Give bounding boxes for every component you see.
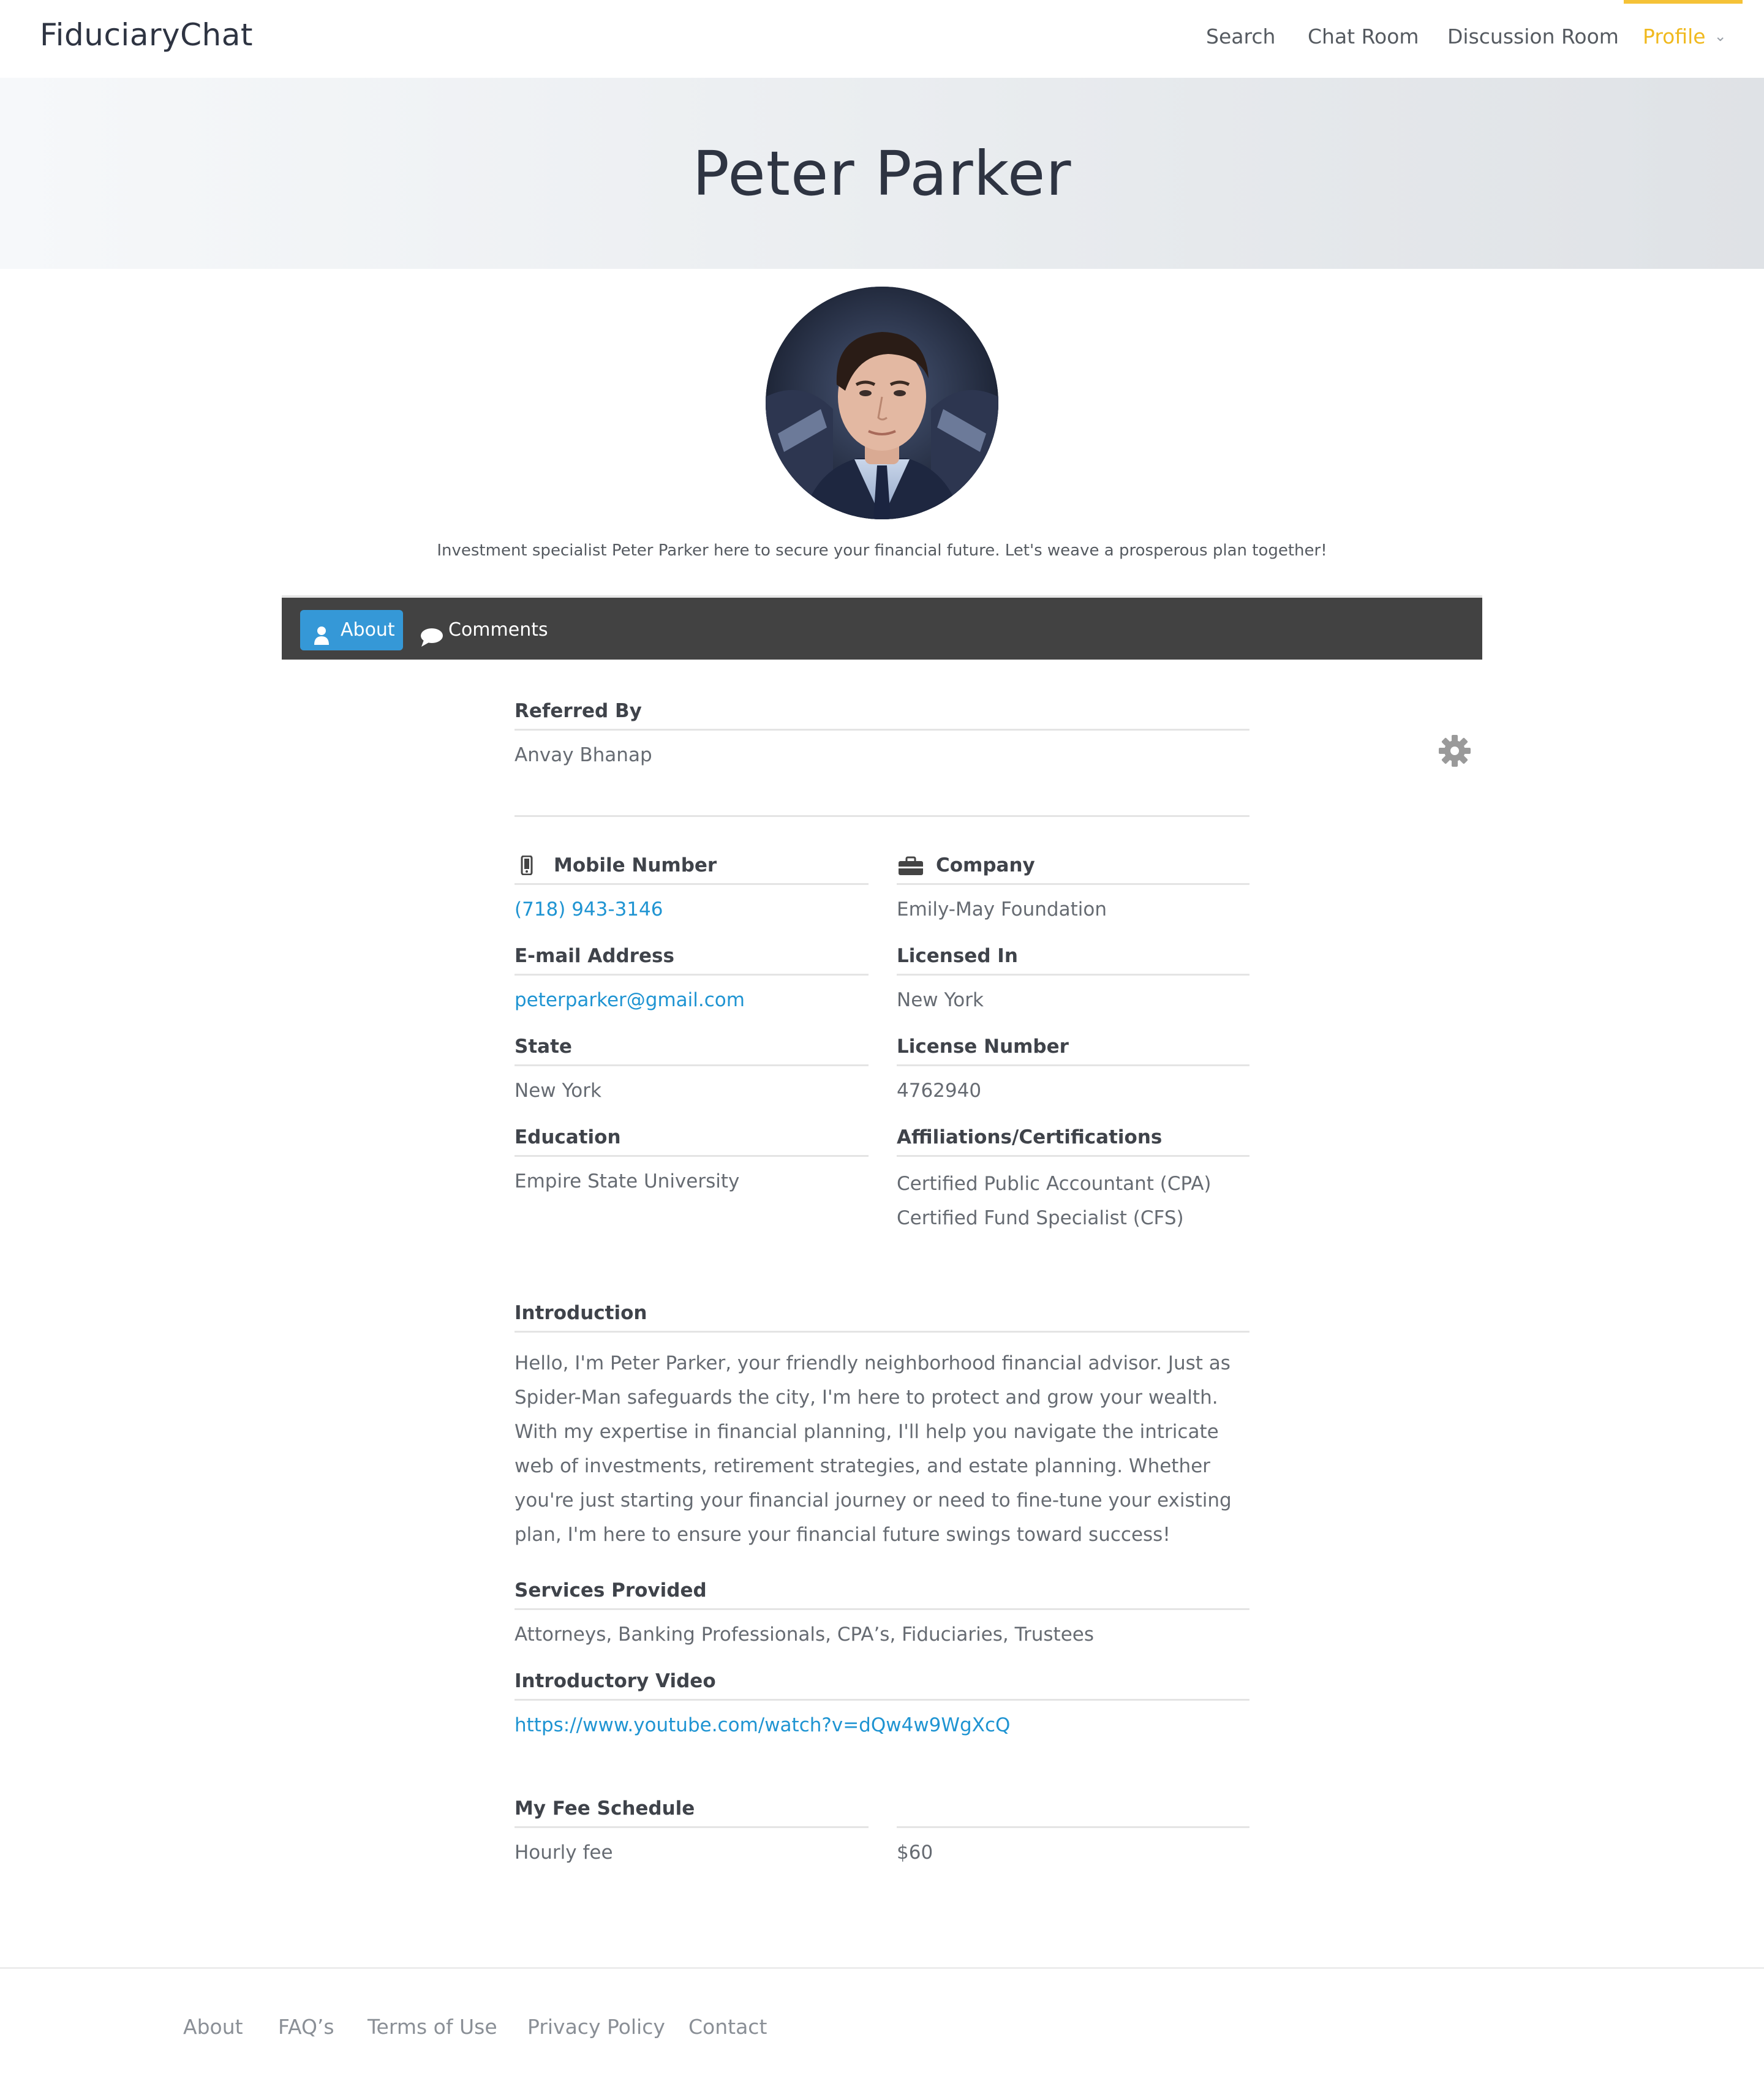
divider bbox=[514, 1155, 869, 1157]
tab-comments-label: Comments bbox=[448, 619, 548, 641]
chevron-down-icon: ⌄ bbox=[1714, 28, 1727, 45]
affiliation-item: Certified Public Accountant (CPA) bbox=[897, 1173, 1212, 1195]
nav-profile-label: Profile bbox=[1643, 24, 1706, 48]
company-value: Emily-May Foundation bbox=[897, 898, 1107, 920]
education-label: Education bbox=[514, 1126, 621, 1148]
profile-avatar bbox=[766, 287, 998, 519]
state-label: State bbox=[514, 1036, 572, 1058]
referred-by-value: Anvay Bhanap bbox=[514, 744, 652, 766]
email-link[interactable]: peterparker@gmail.com bbox=[514, 989, 745, 1011]
referred-by-label: Referred By bbox=[514, 700, 642, 722]
introductory-video-label: Introductory Video bbox=[514, 1670, 716, 1692]
nav-chat-room[interactable]: Chat Room bbox=[1308, 24, 1419, 48]
active-nav-indicator bbox=[1624, 0, 1743, 4]
fee-amount: $60 bbox=[897, 1842, 933, 1864]
services-label: Services Provided bbox=[514, 1579, 707, 1601]
profile-hero-banner: Peter Parker bbox=[0, 78, 1764, 269]
mobile-phone-icon bbox=[521, 855, 533, 878]
divider bbox=[514, 1608, 1250, 1610]
divider bbox=[514, 729, 1250, 731]
mobile-number-label: Mobile Number bbox=[554, 854, 717, 876]
briefcase-icon bbox=[898, 856, 924, 878]
user-icon bbox=[314, 620, 330, 660]
divider bbox=[514, 1331, 1250, 1333]
divider bbox=[514, 974, 869, 976]
services-value: Attorneys, Banking Professionals, CPA’s,… bbox=[514, 1624, 1094, 1646]
footer-link-privacy[interactable]: Privacy Policy bbox=[527, 2015, 665, 2039]
brand-logo[interactable]: FiduciaryChat bbox=[40, 17, 253, 53]
state-value: New York bbox=[514, 1080, 601, 1102]
divider bbox=[897, 883, 1250, 885]
fee-schedule-label: My Fee Schedule bbox=[514, 1797, 695, 1819]
divider bbox=[897, 1064, 1250, 1066]
introductory-video-link[interactable]: https://www.youtube.com/watch?v=dQw4w9Wg… bbox=[514, 1714, 1010, 1736]
nav-search[interactable]: Search bbox=[1206, 24, 1275, 48]
gear-icon[interactable] bbox=[1438, 734, 1472, 770]
divider bbox=[514, 815, 1250, 817]
footer-link-terms[interactable]: Terms of Use bbox=[368, 2015, 497, 2039]
education-value: Empire State University bbox=[514, 1170, 740, 1192]
profile-tab-bar: About Comments bbox=[282, 595, 1482, 660]
nav-discussion-room[interactable]: Discussion Room bbox=[1447, 24, 1619, 48]
divider bbox=[514, 1826, 869, 1828]
licensed-in-value: New York bbox=[897, 989, 984, 1011]
email-label: E-mail Address bbox=[514, 945, 674, 967]
divider bbox=[897, 1155, 1250, 1157]
comment-bubble-icon bbox=[420, 622, 443, 662]
license-number-label: License Number bbox=[897, 1036, 1069, 1058]
profile-tagline: Investment specialist Peter Parker here … bbox=[437, 541, 1327, 560]
tab-about-label: About bbox=[341, 619, 395, 641]
introduction-text: Hello, I'm Peter Parker, your friendly n… bbox=[514, 1352, 1232, 1546]
top-navigation: FiduciaryChat Search Chat Room Discussio… bbox=[0, 0, 1764, 78]
affiliations-label: Affiliations/Certifications bbox=[897, 1126, 1163, 1148]
licensed-in-label: Licensed In bbox=[897, 945, 1018, 967]
tab-about[interactable]: About bbox=[300, 610, 403, 650]
divider bbox=[514, 1699, 1250, 1701]
divider bbox=[897, 1826, 1250, 1828]
fee-type: Hourly fee bbox=[514, 1842, 613, 1864]
license-number-value: 4762940 bbox=[897, 1080, 982, 1102]
introduction-label: Introduction bbox=[514, 1302, 647, 1324]
profile-name-heading: Peter Parker bbox=[692, 138, 1072, 209]
divider bbox=[514, 883, 869, 885]
company-label: Company bbox=[936, 854, 1035, 876]
footer-link-about[interactable]: About bbox=[183, 2015, 243, 2039]
divider bbox=[897, 974, 1250, 976]
footer-link-faqs[interactable]: FAQ’s bbox=[278, 2015, 334, 2039]
footer-link-contact[interactable]: Contact bbox=[688, 2015, 767, 2039]
nav-profile-dropdown[interactable]: Profile ⌄ bbox=[1643, 24, 1727, 48]
footer-divider bbox=[0, 1967, 1764, 1969]
divider bbox=[514, 1064, 869, 1066]
affiliation-item: Certified Fund Specialist (CFS) bbox=[897, 1207, 1184, 1229]
mobile-number-link[interactable]: (718) 943-3146 bbox=[514, 898, 663, 920]
